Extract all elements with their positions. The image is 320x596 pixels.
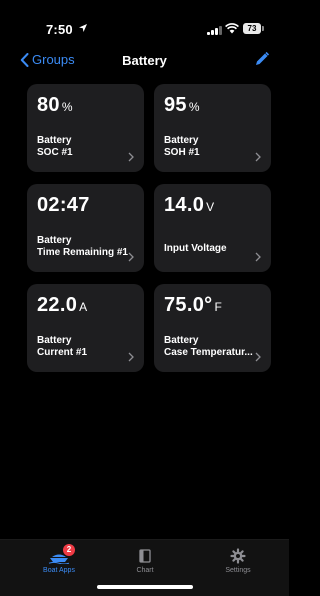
tile-input-voltage[interactable]: 14.0 V Input Voltage: [154, 184, 271, 272]
tile-value: 95%: [164, 94, 200, 116]
cellular-signal-icon: [207, 25, 222, 35]
tile-label: Battery Time Remaining #1: [37, 235, 128, 258]
tile-label: Battery SOH #1: [164, 135, 200, 158]
tile-value: 02:47: [37, 194, 90, 216]
battery-status-icon: 73: [243, 23, 261, 34]
status-time: 7:50: [46, 22, 73, 37]
tab-boat-apps[interactable]: 2 Boat Apps: [19, 544, 99, 574]
wifi-icon: [225, 23, 239, 34]
nav-bar: Groups Battery: [0, 50, 289, 76]
tile-unit: V: [206, 200, 215, 214]
tile-unit: %: [61, 100, 73, 114]
chevron-right-icon: [128, 352, 134, 362]
status-bar: 7:50 73: [0, 0, 289, 44]
tile-unit: A: [79, 300, 88, 314]
chart-page-icon: [139, 549, 151, 563]
tile-label: Battery Current #1: [37, 335, 88, 358]
tile-label: Battery SOC #1: [37, 135, 73, 158]
pencil-icon[interactable]: [254, 51, 270, 67]
chevron-right-icon: [128, 252, 134, 262]
gear-icon: [230, 548, 246, 564]
tab-chart[interactable]: Chart: [105, 548, 185, 574]
location-arrow-icon: [78, 23, 88, 36]
chevron-right-icon: [255, 152, 261, 162]
tile-case-temperature[interactable]: 75.0° F Battery Case Temperatur...: [154, 284, 271, 372]
tile-label: Input Voltage: [164, 243, 227, 254]
tile-label: Battery Case Temperatur...: [164, 335, 253, 358]
tile-battery-current[interactable]: 22.0 A Battery Current #1: [27, 284, 144, 372]
tile-battery-soh[interactable]: 95% Battery SOH #1: [154, 84, 271, 172]
chevron-right-icon: [128, 152, 134, 162]
tile-value: 80%: [37, 94, 73, 116]
gauge-grid: 80% Battery SOC #1 95% Battery SOH #1 02:4…: [27, 84, 272, 372]
tab-label: Settings: [225, 567, 251, 574]
tab-settings[interactable]: Settings: [198, 548, 278, 574]
tab-label: Chart: [136, 567, 154, 574]
tile-value: 14.0 V: [164, 194, 215, 216]
tile-battery-soc[interactable]: 80% Battery SOC #1: [27, 84, 144, 172]
tile-value: 22.0 A: [37, 294, 88, 316]
tile-time-remaining[interactable]: 02:47 Battery Time Remaining #1: [27, 184, 144, 272]
tile-unit: %: [188, 100, 200, 114]
tile-value: 75.0° F: [164, 294, 223, 316]
chevron-right-icon: [255, 352, 261, 362]
battery-nub: [262, 26, 264, 31]
notification-badge: 2: [63, 544, 75, 556]
tab-label: Boat Apps: [43, 567, 75, 574]
chevron-right-icon: [255, 252, 261, 262]
tile-unit: F: [214, 300, 223, 314]
home-indicator: [97, 585, 193, 589]
page-title: Battery: [122, 53, 167, 68]
